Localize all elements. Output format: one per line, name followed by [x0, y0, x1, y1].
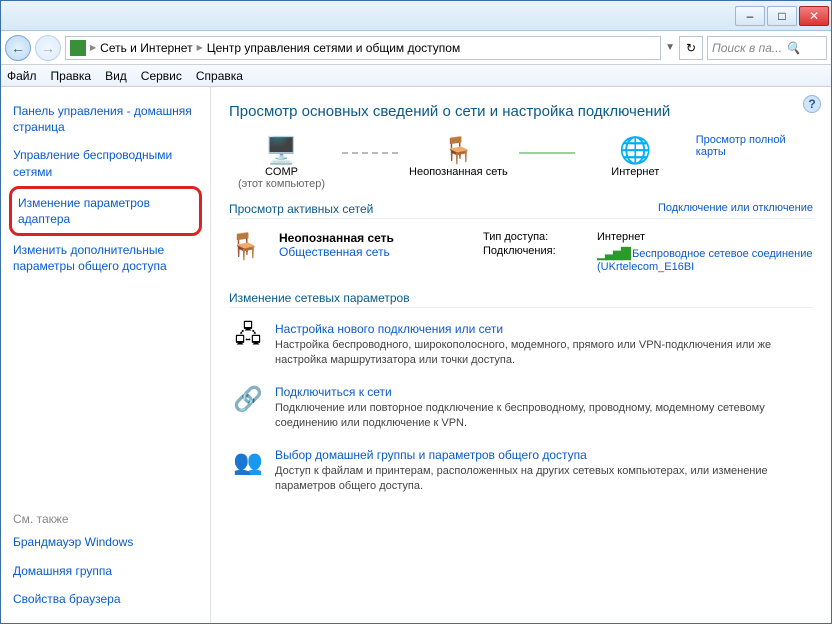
globe-icon: 🌐 [615, 134, 655, 166]
sidebar-home[interactable]: Панель управления - домашняя страница [9, 97, 202, 141]
menu-bar: Файл Правка Вид Сервис Справка [1, 65, 831, 87]
menu-service[interactable]: Сервис [141, 69, 182, 83]
control-panel-icon [70, 40, 86, 56]
search-icon: 🔍 [786, 41, 801, 55]
chevron-right-icon: ▶ [90, 43, 96, 52]
search-input[interactable]: Поиск в па... 🔍 [707, 36, 827, 60]
forward-button[interactable]: → [35, 35, 61, 61]
new-connection-icon: 🖧 [231, 322, 265, 352]
connect-disconnect-link[interactable]: Подключение или отключение [658, 202, 813, 216]
close-button[interactable]: ✕ [799, 6, 829, 26]
node-computer: 🖥️ COMP (этот компьютер) [229, 134, 334, 190]
address-bar[interactable]: ▶ Сеть и Интернет ▶ Центр управления сет… [65, 36, 661, 60]
option-title[interactable]: Выбор домашней группы и параметров общег… [275, 448, 811, 462]
network-name: Неопознанная сеть [279, 231, 394, 245]
navigation-bar: ← → ▶ Сеть и Интернет ▶ Центр управления… [1, 31, 831, 65]
sidebar-adapter-settings[interactable]: Изменение параметров адаптера [9, 186, 202, 236]
full-map-link[interactable]: Просмотр полной карты [696, 134, 813, 158]
label-connections: Подключения: [483, 245, 593, 273]
node-label: COMP [265, 166, 298, 178]
refresh-button[interactable]: ↻ [679, 36, 703, 60]
menu-view[interactable]: Вид [105, 69, 127, 83]
connection-line [342, 152, 398, 154]
value-access-type: Интернет [597, 231, 813, 243]
body: Панель управления - домашняя страница Уп… [1, 87, 831, 623]
content: ? Просмотр основных сведений о сети и на… [211, 87, 831, 623]
breadcrumb[interactable]: Центр управления сетями и общим доступом [207, 41, 461, 55]
bench-icon: 🪑 [229, 231, 269, 263]
chevron-right-icon: ▶ [197, 43, 203, 52]
maximize-button[interactable]: □ [767, 6, 797, 26]
network-type[interactable]: Общественная сеть [279, 245, 394, 259]
homegroup-icon: 👥 [231, 448, 265, 478]
option-desc: Настройка беспроводного, широкополосного… [275, 338, 811, 369]
sidebar-browser[interactable]: Свойства браузера [9, 585, 202, 613]
signal-icon: ▁▃▅▇ [597, 245, 629, 260]
menu-help[interactable]: Справка [196, 69, 243, 83]
option-desc: Подключение или повторное подключение к … [275, 401, 811, 432]
section-change-settings: Изменение сетевых параметров [229, 291, 813, 308]
back-button[interactable]: ← [5, 35, 31, 61]
help-icon[interactable]: ? [803, 95, 821, 113]
bench-icon: 🪑 [438, 134, 478, 166]
sidebar: Панель управления - домашняя страница Уп… [1, 87, 211, 623]
menu-file[interactable]: Файл [7, 69, 37, 83]
window: – □ ✕ ← → ▶ Сеть и Интернет ▶ Центр упра… [0, 0, 832, 624]
titlebar: – □ ✕ [1, 1, 831, 31]
option-title[interactable]: Подключиться к сети [275, 385, 811, 399]
sidebar-wireless[interactable]: Управление беспроводными сетями [9, 141, 202, 185]
node-internet: 🌐 Интернет [583, 134, 688, 178]
minimize-button[interactable]: – [735, 6, 765, 26]
sidebar-sharing[interactable]: Изменить дополнительные параметры общего… [9, 236, 202, 280]
node-label: Интернет [611, 166, 659, 178]
connect-icon: 🔗 [231, 385, 265, 415]
option-desc: Доступ к файлам и принтерам, расположенн… [275, 464, 811, 495]
connection-line [519, 152, 575, 154]
dropdown-icon[interactable]: ▼ [665, 42, 675, 53]
node-label: Неопознанная сеть [409, 166, 508, 178]
sidebar-firewall[interactable]: Брандмауэр Windows [9, 528, 202, 556]
node-sublabel: (этот компьютер) [238, 178, 325, 190]
breadcrumb[interactable]: Сеть и Интернет [100, 41, 192, 55]
section-active-networks: Просмотр активных сетей Подключение или … [229, 202, 813, 219]
option-new-connection: 🖧 Настройка нового подключения или сети … [229, 314, 813, 377]
sidebar-seealso-heading: См. также [9, 506, 202, 528]
label-access-type: Тип доступа: [483, 231, 593, 243]
menu-edit[interactable]: Правка [51, 69, 92, 83]
search-placeholder: Поиск в па... [712, 41, 782, 55]
node-network: 🪑 Неопознанная сеть [406, 134, 511, 178]
computer-icon: 🖥️ [261, 134, 301, 166]
option-homegroup: 👥 Выбор домашней группы и параметров общ… [229, 440, 813, 503]
sidebar-homegroup[interactable]: Домашняя группа [9, 557, 202, 585]
page-title: Просмотр основных сведений о сети и наст… [229, 103, 813, 120]
option-connect-network: 🔗 Подключиться к сети Подключение или по… [229, 377, 813, 440]
connection-link[interactable]: ▁▃▅▇ Беспроводное сетевое соединение (UK… [597, 245, 813, 273]
network-map: 🖥️ COMP (этот компьютер) 🪑 Неопознанная … [229, 134, 813, 190]
active-network: 🪑 Неопознанная сеть Общественная сеть Ти… [229, 225, 813, 283]
option-title[interactable]: Настройка нового подключения или сети [275, 322, 811, 336]
